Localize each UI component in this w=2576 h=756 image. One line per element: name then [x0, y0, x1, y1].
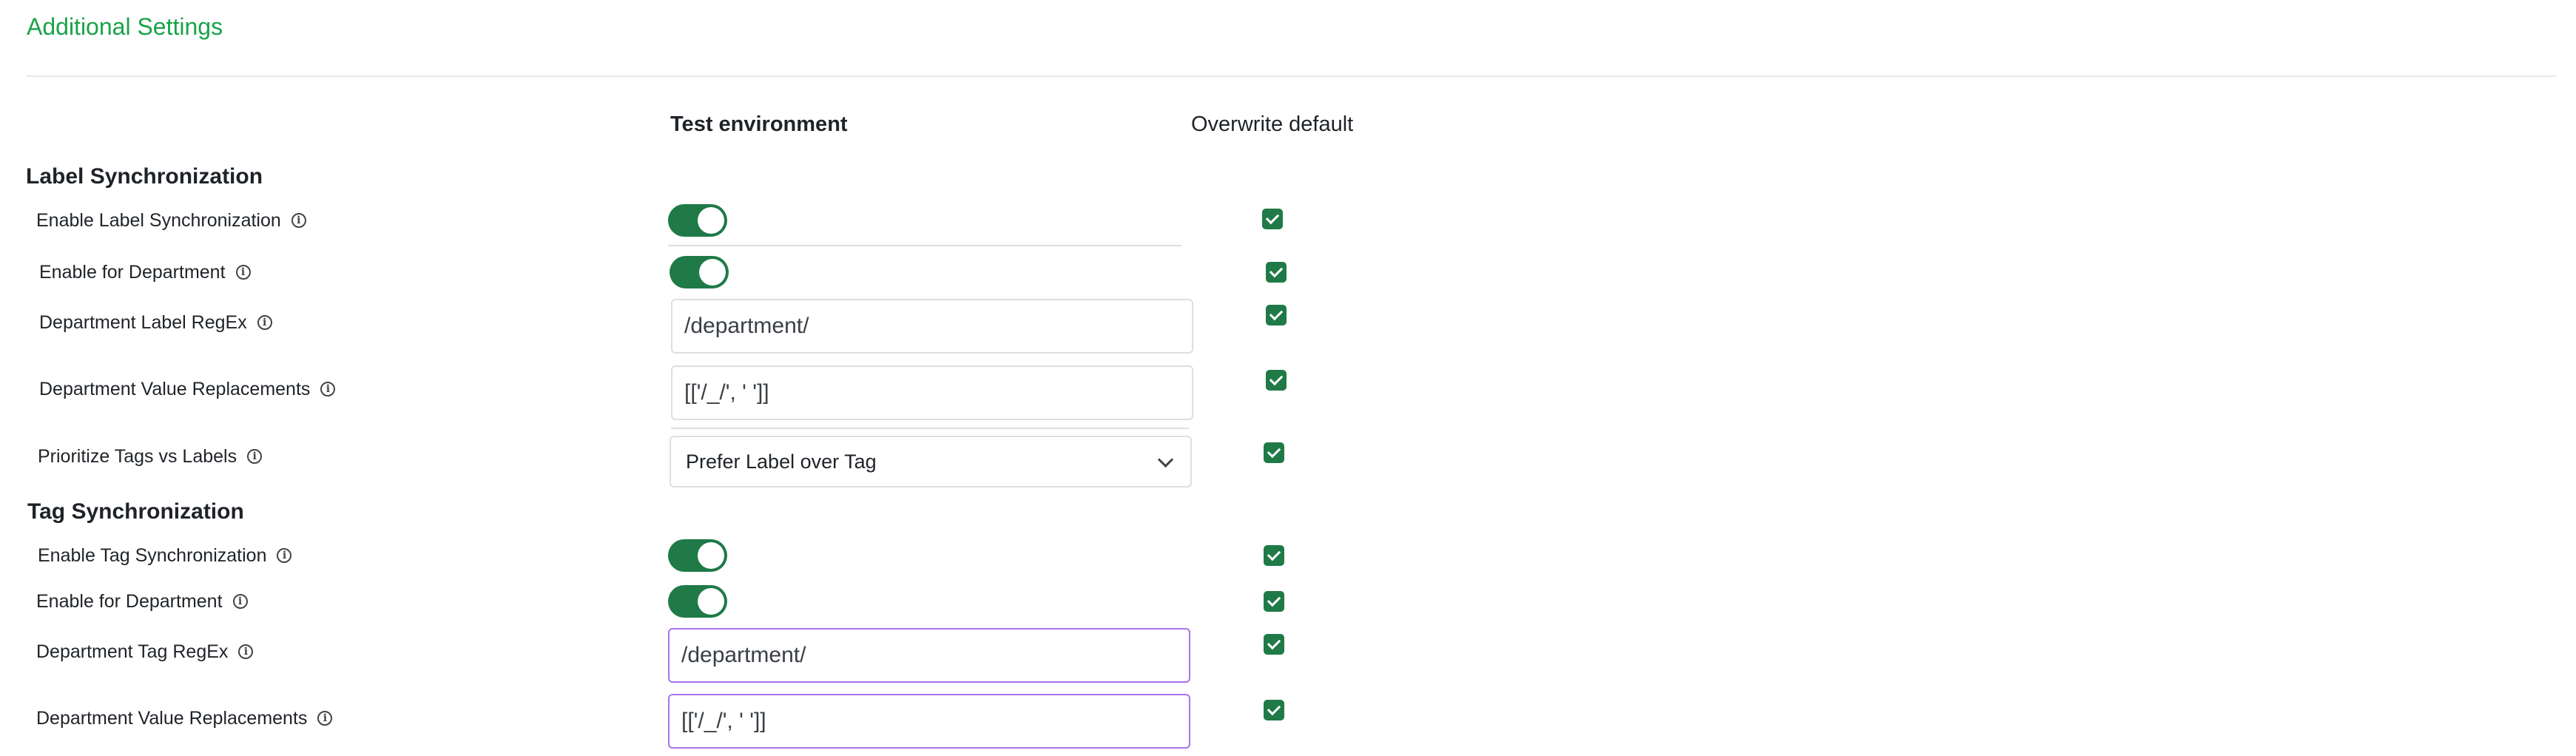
checkbox-overwrite-enable-tag-sync[interactable]	[1264, 545, 1284, 566]
checkbox-overwrite-department-value-replacements-tag[interactable]	[1264, 700, 1284, 720]
row-label-text: Enable Tag Synchronization	[38, 544, 267, 566]
toggle-knob	[698, 542, 724, 569]
toggle-enable-department-label[interactable]	[670, 256, 729, 288]
info-icon[interactable]: i	[238, 644, 254, 659]
info-icon[interactable]: i	[317, 711, 333, 726]
row-underline	[668, 245, 1181, 246]
row-label-text: Prioritize Tags vs Labels	[38, 445, 237, 467]
row-label-text: Enable Label Synchronization	[36, 209, 281, 231]
toggle-enable-label-sync[interactable]	[668, 204, 727, 237]
section-title-tag-sync: Tag Synchronization	[27, 499, 244, 524]
info-icon[interactable]: i	[320, 382, 336, 396]
department-tag-regex-input[interactable]	[668, 628, 1190, 683]
info-icon[interactable]: i	[235, 265, 251, 280]
checkbox-overwrite-enable-label-sync[interactable]	[1262, 209, 1283, 229]
checkbox-overwrite-prioritize[interactable]	[1264, 442, 1284, 463]
column-header-test-environment: Test environment	[670, 112, 848, 136]
department-value-replacements-input[interactable]	[671, 365, 1193, 420]
toggle-knob	[698, 207, 724, 234]
label-department-value-replacements-tag: Department Value Replacements i	[36, 703, 333, 733]
label-prioritize-tags-vs-labels: Prioritize Tags vs Labels i	[38, 442, 263, 471]
label-enable-department-tag: Enable for Department i	[36, 587, 248, 616]
row-label-text: Enable for Department	[39, 261, 226, 283]
toggle-knob	[698, 588, 724, 615]
row-label-text: Department Value Replacements	[39, 378, 311, 399]
info-icon[interactable]: i	[232, 594, 248, 609]
department-label-regex-input[interactable]	[671, 299, 1193, 354]
label-enable-label-sync: Enable Label Synchronization i	[36, 206, 306, 235]
checkbox-overwrite-department-tag-regex[interactable]	[1264, 634, 1284, 655]
header-divider	[27, 75, 2557, 77]
row-label-text: Department Tag RegEx	[36, 641, 229, 662]
row-label-text: Enable for Department	[36, 590, 223, 612]
label-department-value-replacements: Department Value Replacements i	[39, 374, 336, 404]
label-enable-tag-sync: Enable Tag Synchronization i	[38, 541, 292, 570]
row-label-text: Department Label RegEx	[39, 311, 247, 333]
prioritize-select[interactable]: Prefer Label over Tag	[670, 436, 1192, 487]
row-underline	[671, 428, 1189, 429]
toggle-enable-tag-sync[interactable]	[668, 539, 727, 572]
page-title: Additional Settings	[27, 13, 223, 40]
checkbox-overwrite-department-label-regex[interactable]	[1266, 305, 1287, 325]
row-label-text: Department Value Replacements	[36, 707, 308, 729]
label-enable-department: Enable for Department i	[39, 257, 251, 287]
checkbox-overwrite-department-value-replacements[interactable]	[1266, 370, 1287, 391]
toggle-knob	[699, 259, 726, 286]
info-icon[interactable]: i	[277, 548, 292, 563]
select-value: Prefer Label over Tag	[686, 450, 877, 473]
section-title-label-sync: Label Synchronization	[26, 164, 263, 189]
info-icon[interactable]: i	[247, 449, 263, 464]
column-header-overwrite-default: Overwrite default	[1191, 112, 1354, 136]
chevron-down-icon	[1157, 451, 1174, 468]
department-value-replacements-tag-input[interactable]	[668, 694, 1190, 749]
info-icon[interactable]: i	[257, 315, 272, 330]
info-icon[interactable]: i	[291, 213, 306, 228]
label-department-tag-regex: Department Tag RegEx i	[36, 637, 254, 666]
checkbox-overwrite-enable-department-tag[interactable]	[1264, 591, 1284, 612]
checkbox-overwrite-enable-department-label[interactable]	[1266, 262, 1287, 283]
label-department-label-regex: Department Label RegEx i	[39, 308, 272, 337]
toggle-enable-department-tag[interactable]	[668, 585, 727, 618]
